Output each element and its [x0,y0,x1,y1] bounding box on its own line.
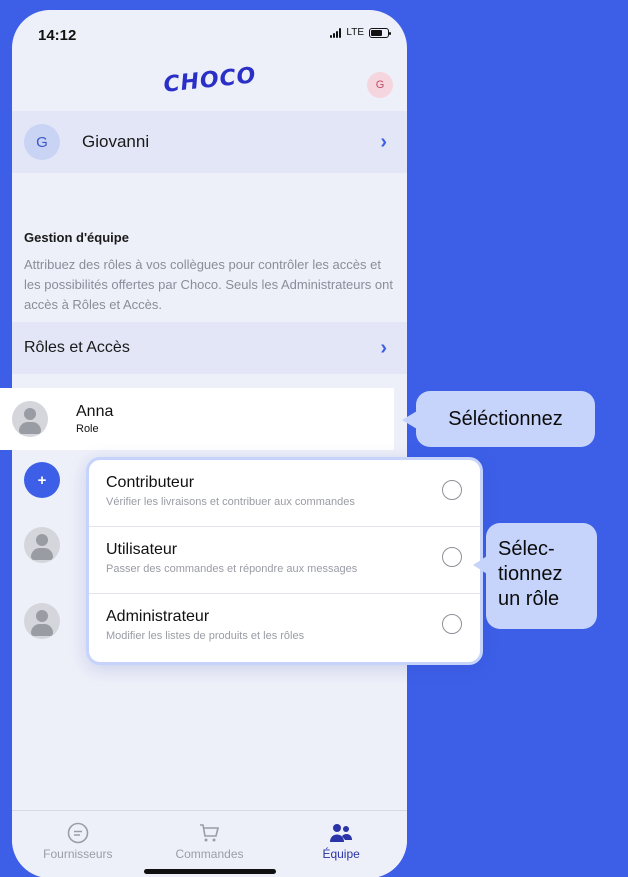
team-section-description: Attribuez des rôles à vos collègues pour… [24,257,393,312]
member-row-anna[interactable]: Anna Role [0,388,394,450]
status-icons: LTE [330,27,391,38]
chat-icon [23,817,133,847]
callout-line: un rôle [498,588,560,610]
battery-icon [369,27,391,38]
role-option-utilisateur[interactable]: Utilisateur Passer des commandes et répo… [89,527,480,594]
tab-commandes[interactable]: Commandes [154,817,264,877]
team-section-title: Gestion d'équipe [24,230,129,245]
role-selection-popup: Contributeur Vérifier les livraisons et … [86,457,483,665]
chevron-right-icon: › [380,336,387,359]
home-indicator [143,869,276,874]
profile-avatar: G [24,124,60,160]
tab-fournisseurs[interactable]: Fournisseurs [23,817,133,877]
signal-icon [330,27,342,38]
user-avatar-icon [24,603,60,639]
callout-select-role: Sélec- tionnez un rôle [473,523,597,629]
roles-access-row[interactable]: Rôles et Accès › [12,322,407,374]
profile-row[interactable]: G Giovanni › [12,111,407,173]
status-bar: 14:12 LTE [12,10,407,54]
chevron-right-icon: › [380,130,387,153]
role-option-administrateur[interactable]: Administrateur Modifier les listes de pr… [89,594,480,661]
role-name: Contributeur [106,474,195,491]
radio-button[interactable] [442,547,462,567]
callout-line: Sélec- [498,538,555,560]
tab-equipe[interactable]: Équipe [286,817,396,877]
cart-icon [154,817,264,847]
role-description: Modifier les listes de produits et les r… [106,630,305,642]
tab-label: Fournisseurs [43,847,113,861]
radio-button[interactable] [442,614,462,634]
network-label: LTE [346,27,364,38]
choco-logo: CHOCO [161,63,258,98]
tab-label: Commandes [175,847,244,861]
role-description: Vérifier les livraisons et contribuer au… [106,496,355,508]
role-description: Passer des commandes et répondre aux mes… [106,563,358,575]
app-header: CHOCO G [12,62,407,110]
radio-button[interactable] [442,480,462,500]
team-icon [286,817,396,847]
user-avatar-icon [24,527,60,563]
profile-name: Giovanni [82,132,150,151]
member-name: Anna [76,403,114,420]
role-option-contributeur[interactable]: Contributeur Vérifier les livraisons et … [89,460,480,527]
user-avatar-icon [12,401,48,437]
role-name: Administrateur [106,608,210,625]
callout-line: tionnez [498,563,563,585]
roles-access-label: Rôles et Accès [24,339,130,356]
tab-bar: Fournisseurs Commandes Équipe [12,810,407,877]
tab-label: Équipe [322,847,360,861]
callout-select-member: Séléctionnez [402,391,595,447]
member-role: Role [76,423,99,435]
member-info: Anna Role [76,403,113,435]
role-name: Utilisateur [106,541,178,558]
header-avatar[interactable]: G [367,72,393,98]
add-user-icon: + [24,462,60,498]
status-time: 14:12 [38,27,77,44]
